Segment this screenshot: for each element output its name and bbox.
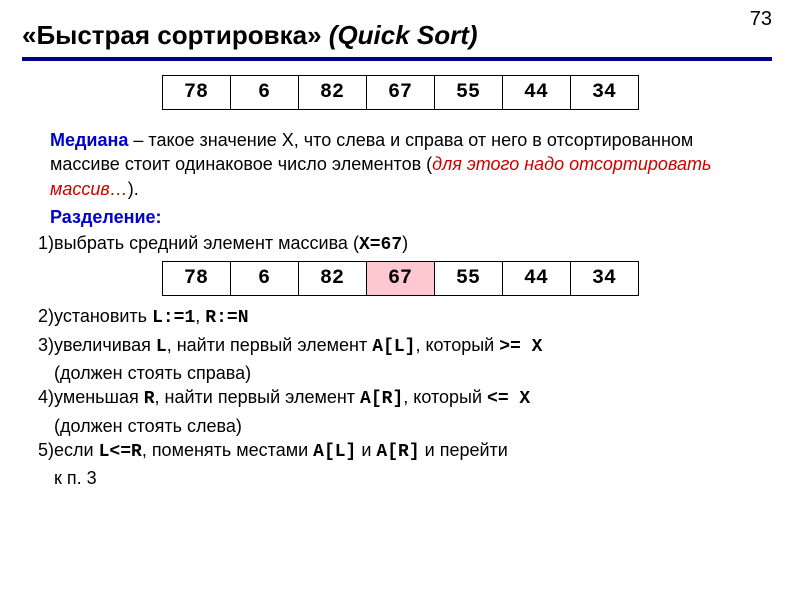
step-1: 1)выбрать средний элемент массива (X=67) <box>54 231 768 257</box>
step-2: 2)установить L:=1, R:=N <box>54 304 768 330</box>
step-num: 5) <box>38 440 54 460</box>
step-num: 4) <box>38 387 54 407</box>
array-1-cell: 82 <box>298 76 366 110</box>
array-2-cell: 44 <box>502 262 570 296</box>
step-text: , <box>195 306 205 326</box>
step-3: 3)увеличивая L, найти первый элемент A[L… <box>54 333 768 359</box>
median-close: ). <box>128 179 139 199</box>
array-2-cell: 34 <box>570 262 638 296</box>
step-code: A[R] <box>360 389 403 409</box>
array-1: 78 6 82 67 55 44 34 <box>162 75 639 110</box>
step-5: 5)если L<=R, поменять местами A[L] и A[R… <box>54 438 768 464</box>
step-text: выбрать средний элемент массива ( <box>54 233 359 253</box>
array-1-cell: 44 <box>502 76 570 110</box>
array-1-wrap: 78 6 82 67 55 44 34 <box>0 75 800 110</box>
array-2: 78 6 82 67 55 44 34 <box>162 261 639 296</box>
array-2-cell: 78 <box>162 262 230 296</box>
step-5-cont: к п. 3 <box>54 466 768 490</box>
step-text: установить <box>54 306 152 326</box>
content-body: Медиана – такое значение X, что слева и … <box>0 128 800 491</box>
array-2-cell: 55 <box>434 262 502 296</box>
step-close: ) <box>402 233 408 253</box>
step-code: R <box>144 389 155 409</box>
step-code: A[L] <box>313 442 356 462</box>
step-num: 3) <box>38 335 54 355</box>
step-code: X=67 <box>359 235 402 255</box>
array-2-cell: 6 <box>230 262 298 296</box>
array-1-cell: 78 <box>162 76 230 110</box>
array-2-wrap: 78 6 82 67 55 44 34 <box>32 261 768 296</box>
step-4-cont: (должен стоять слева) <box>54 414 768 438</box>
title-sub: (Quick Sort) <box>329 20 478 50</box>
step-text: если <box>54 440 99 460</box>
step-code: <= X <box>487 389 530 409</box>
section-label: Разделение: <box>32 205 768 229</box>
array-2-cell: 82 <box>298 262 366 296</box>
step-code: R:=N <box>205 308 248 328</box>
array-2-cell-highlight: 67 <box>366 262 434 296</box>
step-text: , который <box>403 387 487 407</box>
page-title: «Быстрая сортировка» (Quick Sort) <box>0 0 800 57</box>
step-4: 4)уменьшая R, найти первый элемент A[R],… <box>54 385 768 411</box>
step-code: L<=R <box>99 442 142 462</box>
step-text: уменьшая <box>54 387 144 407</box>
step-text: , поменять местами <box>142 440 313 460</box>
array-1-cell: 34 <box>570 76 638 110</box>
step-text: и <box>356 440 376 460</box>
array-1-cell: 55 <box>434 76 502 110</box>
step-text: , найти первый элемент <box>167 335 373 355</box>
title-main: «Быстрая сортировка» <box>22 20 329 50</box>
step-text: увеличивая <box>54 335 156 355</box>
step-text: , который <box>415 335 499 355</box>
median-term: Медиана <box>50 130 128 150</box>
median-paragraph: Медиана – такое значение X, что слева и … <box>32 128 768 201</box>
title-divider <box>22 57 772 61</box>
step-text: и перейти <box>420 440 508 460</box>
step-code: A[L] <box>372 337 415 357</box>
array-1-cell: 67 <box>366 76 434 110</box>
step-num: 2) <box>38 306 54 326</box>
step-text: , найти первый элемент <box>155 387 361 407</box>
step-code: L <box>156 337 167 357</box>
step-code: A[R] <box>376 442 419 462</box>
step-num: 1) <box>38 233 54 253</box>
array-1-cell: 6 <box>230 76 298 110</box>
step-code: >= X <box>499 337 542 357</box>
step-3-cont: (должен стоять справа) <box>54 361 768 385</box>
step-code: L:=1 <box>152 308 195 328</box>
page-number: 73 <box>750 8 772 31</box>
